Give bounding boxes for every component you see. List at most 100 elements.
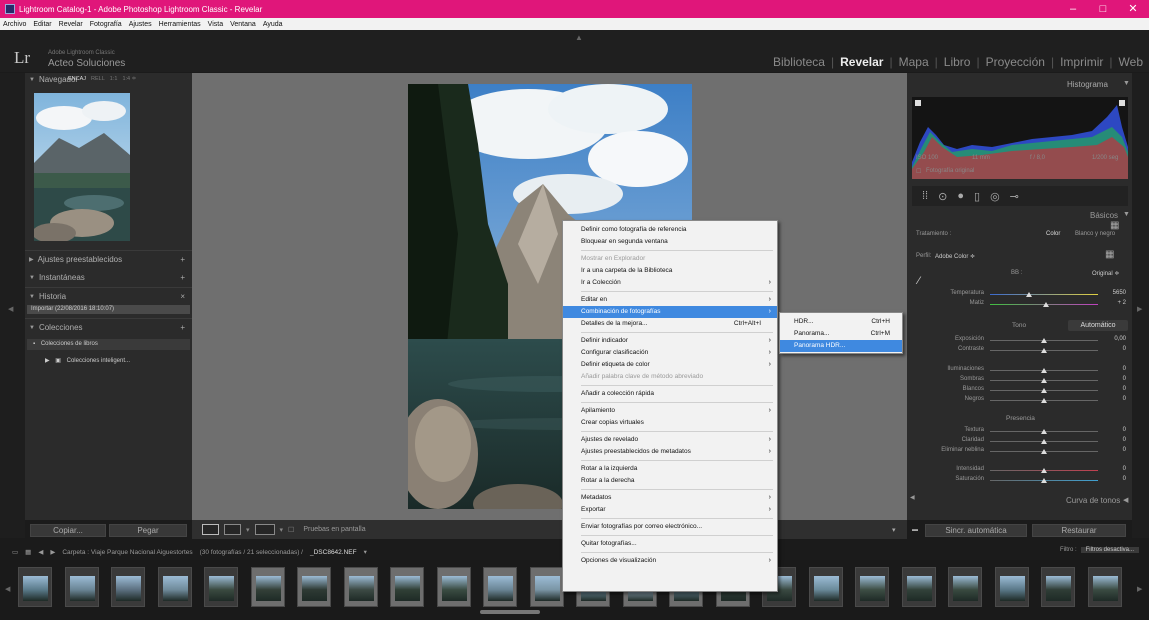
profile-grid-icon[interactable]: ▦ (1105, 249, 1114, 260)
submenu-item[interactable]: HDR... Ctrl+H (780, 316, 902, 328)
submenu-item[interactable]: Panorama... Ctrl+M (780, 328, 902, 340)
toolbar-menu-icon[interactable]: ▾ (892, 526, 896, 534)
chevron-down-icon[interactable]: ▾ (280, 526, 284, 534)
context-menu-item[interactable]: Añadir a colección rápida (563, 388, 777, 400)
tint-knob[interactable] (1043, 302, 1049, 307)
filmstrip-thumbnail[interactable] (157, 567, 192, 607)
paste-settings-button[interactable]: Pegar (109, 524, 187, 537)
secondary-display-icon[interactable]: ▭ (12, 548, 18, 556)
navigator-preview[interactable] (34, 93, 130, 241)
menu-editar[interactable]: Editar (33, 21, 51, 28)
context-menu-item[interactable]: Rotar a la derecha (563, 475, 777, 487)
filmstrip-thumbnail[interactable] (483, 567, 517, 607)
clarity-knob[interactable] (1041, 439, 1047, 444)
menu-vista[interactable]: Vista (208, 21, 223, 28)
menu-revelar[interactable]: Revelar (59, 21, 83, 28)
vibrance-knob[interactable] (1041, 468, 1047, 473)
collapse-top-panel-icon[interactable]: ▲ (575, 33, 583, 42)
module-web[interactable]: Web (1119, 55, 1143, 69)
texture-value[interactable]: 0 (1100, 427, 1126, 433)
collapse-right-panel-icon[interactable]: ▶ (1137, 305, 1142, 313)
profile-select[interactable]: Adobe Color ≑ (935, 253, 975, 260)
menu-ayuda[interactable]: Ayuda (263, 21, 283, 28)
contrast-value[interactable]: 0 (1100, 346, 1126, 352)
filmstrip-thumbnail[interactable] (436, 567, 471, 607)
temperature-value[interactable]: 5650 (1100, 290, 1126, 296)
collection-set-row[interactable]: ▪ Colecciones de libros (27, 339, 190, 350)
texture-knob[interactable] (1041, 429, 1047, 434)
module-imprimir[interactable]: Imprimir (1060, 55, 1103, 69)
zoom-fill[interactable]: RELL (91, 76, 105, 82)
treatment-bw[interactable]: Blanco y negro (1075, 231, 1115, 237)
back-arrow-icon[interactable]: ◀ (38, 548, 43, 556)
saturation-value[interactable]: 0 (1100, 476, 1126, 482)
radial-filter-icon[interactable]: ◎ (990, 190, 1000, 203)
context-menu-item[interactable]: Ajustes preestablecidos de metadatos › (563, 446, 777, 458)
filmstrip-thumbnail[interactable] (204, 567, 238, 607)
treatment-color[interactable]: Color (1046, 231, 1060, 237)
context-menu-item[interactable]: Ajustes de revelado › (563, 434, 777, 446)
filmstrip-thumbnail[interactable] (390, 567, 424, 607)
context-menu-item[interactable]: Detalles de la mejora... Ctrl+Alt+I (563, 318, 777, 330)
context-menu-item[interactable]: Rotar a la izquierda (563, 463, 777, 475)
module-mapa[interactable]: Mapa (899, 55, 929, 69)
filmstrip-left-arrow-icon[interactable]: ◀ (5, 585, 10, 593)
add-collection-icon[interactable]: + (180, 323, 185, 332)
chevron-down-icon[interactable]: ▾ (246, 526, 250, 534)
exposure-knob[interactable] (1041, 338, 1047, 343)
collapse-left-panel-icon[interactable]: ◀ (8, 305, 13, 313)
filmstrip-thumbnail[interactable] (1087, 567, 1122, 607)
compare-view-icon[interactable] (224, 524, 241, 535)
wb-select[interactable]: Original ≑ (1092, 270, 1119, 277)
filmstrip-thumbnail[interactable] (901, 567, 936, 607)
filmstrip-thumbnail[interactable] (297, 567, 331, 607)
spot-removal-icon[interactable]: ● (957, 190, 964, 202)
grid-overlay-icon[interactable]: ⁞⁞ (922, 190, 928, 202)
clarity-value[interactable]: 0 (1100, 437, 1126, 443)
filmstrip-thumbnail[interactable] (994, 567, 1029, 607)
saturation-knob[interactable] (1041, 478, 1047, 483)
whites-value[interactable]: 0 (1100, 386, 1126, 392)
filter-select[interactable]: Filtros desactiva... (1080, 547, 1139, 553)
context-menu-item[interactable]: Exportar › (563, 504, 777, 516)
add-preset-icon[interactable]: + (180, 255, 185, 264)
context-menu-item[interactable]: Metadatos › (563, 492, 777, 504)
filmstrip-thumbnail[interactable] (808, 567, 843, 607)
context-menu-item[interactable]: Editar en › (563, 294, 777, 306)
tone-curve-title[interactable]: Curva de tonos (1066, 496, 1120, 505)
copy-settings-button[interactable]: Copiar... (30, 524, 106, 537)
menu-ventana[interactable]: Ventana (230, 21, 256, 28)
filmstrip-right-arrow-icon[interactable]: ▶ (1137, 585, 1142, 593)
menu-archivo[interactable]: Archivo (3, 21, 26, 28)
context-menu-item[interactable]: Quitar fotografías... (563, 538, 777, 550)
context-menu-item[interactable]: Configurar clasificación › (563, 347, 777, 359)
context-menu-item[interactable]: Enviar fotografías por correo electrónic… (563, 521, 777, 533)
grid-view-icon[interactable]: ▦ (25, 548, 31, 556)
forward-arrow-icon[interactable]: ▶ (50, 548, 55, 556)
filmstrip-thumbnail[interactable] (18, 567, 52, 607)
profile-browser-icon[interactable]: ▦ (1110, 220, 1119, 231)
dehaze-value[interactable]: 0 (1100, 447, 1126, 453)
filmstrip-thumbnail[interactable] (111, 567, 145, 607)
temperature-knob[interactable] (1026, 292, 1032, 297)
context-menu-item[interactable]: Crear copias virtuales (563, 417, 777, 429)
graduated-filter-icon[interactable]: ▯ (974, 190, 980, 203)
reset-button[interactable]: Restaurar (1032, 524, 1126, 537)
tint-value[interactable]: + 2 (1100, 300, 1126, 306)
chevron-down-icon[interactable]: ▾ (364, 548, 367, 556)
whites-knob[interactable] (1041, 388, 1047, 393)
expand-triangle-icon[interactable]: ▼ (1123, 211, 1130, 218)
clear-history-icon[interactable]: × (180, 292, 185, 301)
contrast-knob[interactable] (1041, 348, 1047, 353)
filmstrip-thumbnail[interactable] (948, 567, 982, 607)
collapsed-triangle-icon[interactable]: ◀ (1123, 496, 1128, 504)
menu-herramientas[interactable]: Herramientas (159, 21, 201, 28)
auto-sync-button[interactable]: Sincr. automática (925, 524, 1027, 537)
shadows-knob[interactable] (1041, 378, 1047, 383)
module-libro[interactable]: Libro (944, 55, 971, 69)
context-menu-item[interactable]: Definir indicador › (563, 335, 777, 347)
menu-ajustes[interactable]: Ajustes (129, 21, 152, 28)
filmstrip-thumbnail[interactable] (529, 567, 564, 607)
expand-triangle-icon[interactable]: ▼ (1123, 80, 1130, 87)
context-menu-item[interactable]: Ir a una carpeta de la Biblioteca (563, 265, 777, 277)
